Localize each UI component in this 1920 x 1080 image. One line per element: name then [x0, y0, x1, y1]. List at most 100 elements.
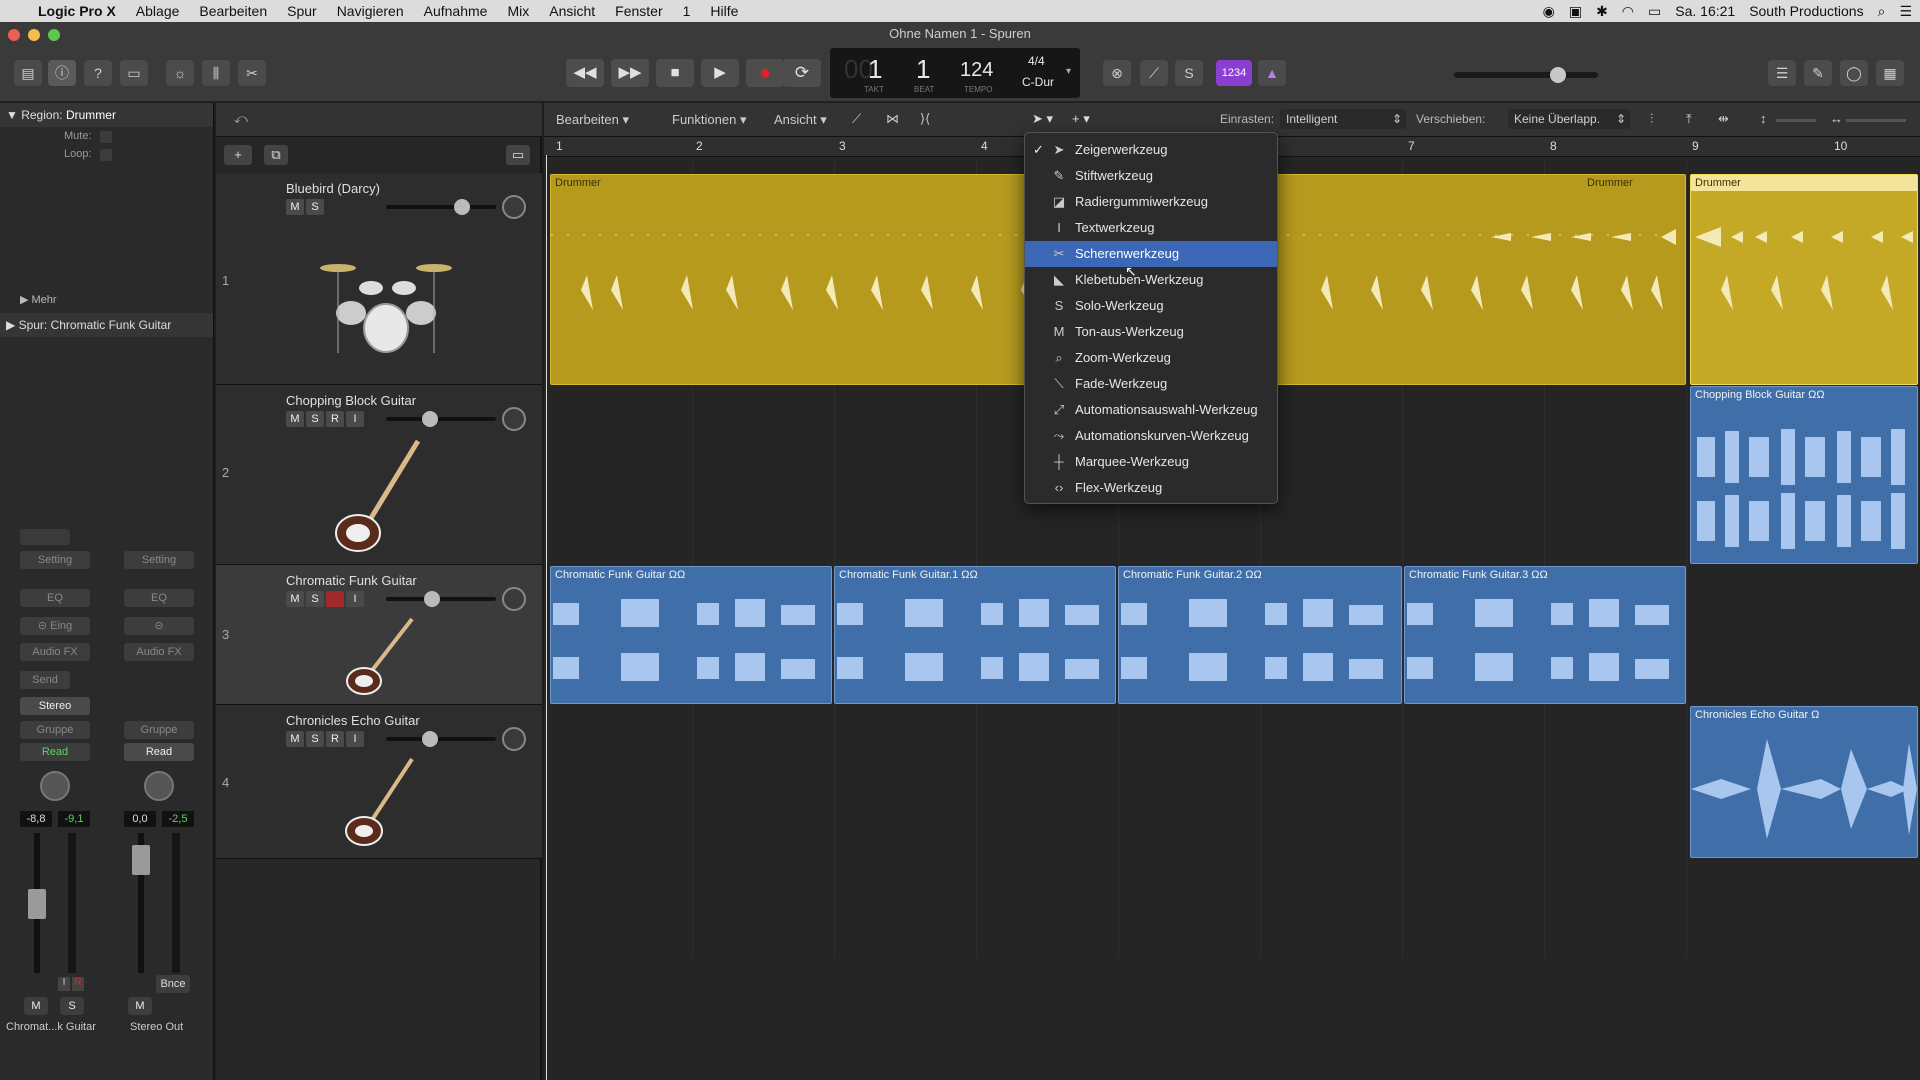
zoom-button[interactable]	[48, 29, 60, 41]
automation-mode-button[interactable]: Read	[20, 743, 90, 761]
menu-item-flex-tool[interactable]: ‹› Flex-Werkzeug	[1025, 475, 1277, 501]
menu-item-text-tool[interactable]: I Textwerkzeug	[1025, 215, 1277, 241]
strip-name[interactable]: Stereo Out	[130, 1021, 183, 1033]
input-monitor-button[interactable]: I	[58, 977, 70, 991]
bluetooth-icon[interactable]: ✱	[1596, 3, 1608, 20]
edit-menu[interactable]: Bearbeiten ▾	[556, 112, 629, 128]
region-header[interactable]: ▼ Region: Drummer	[0, 103, 213, 127]
menu-mix[interactable]: Mix	[497, 3, 539, 19]
user-name[interactable]: South Productions	[1749, 3, 1863, 19]
forward-button[interactable]: ▶▶	[611, 59, 649, 87]
menu-hilfe[interactable]: Hilfe	[700, 3, 748, 19]
menu-ansicht[interactable]: Ansicht	[539, 3, 605, 19]
audio-region[interactable]: Chromatic Funk Guitar ΩΩ	[550, 566, 832, 704]
solo-icon[interactable]: S	[1175, 60, 1203, 86]
menu-aufnahme[interactable]: Aufnahme	[414, 3, 498, 19]
spotlight-icon[interactable]: ⌕	[1878, 3, 1886, 20]
pan-knob[interactable]	[502, 727, 526, 751]
pan-knob[interactable]	[502, 587, 526, 611]
volume-fader-knob[interactable]	[132, 845, 150, 875]
input-monitor-button[interactable]: I	[346, 411, 364, 427]
pan-knob[interactable]	[502, 195, 526, 219]
lcd-display[interactable]: 00 1 TAKT 1 BEAT 124 TEMPO 4/4 C-Dur ▾	[830, 48, 1080, 98]
flex-icon[interactable]: ⋈	[886, 111, 899, 127]
record-enable-button[interactable]: R	[326, 731, 344, 747]
menu-item-pointer-tool[interactable]: ✓ ➤ Zeigerwerkzeug	[1025, 137, 1277, 163]
duplicate-track-icon[interactable]: ⧉	[264, 145, 288, 165]
view-menu[interactable]: Ansicht ▾	[774, 112, 827, 128]
volume-slider[interactable]	[386, 591, 496, 607]
drag-dropdown[interactable]: Keine Überlapp. ⇕	[1508, 109, 1630, 129]
inspector-icon[interactable]: ⓘ	[48, 60, 76, 86]
solo-button[interactable]: S	[306, 411, 324, 427]
pan-knob[interactable]	[502, 407, 526, 431]
left-click-tool-icon[interactable]: ➤ ▾	[1032, 111, 1053, 127]
menu-spur[interactable]: Spur	[277, 3, 327, 19]
menu-fenster[interactable]: Fenster	[605, 3, 672, 19]
play-button[interactable]: ▶	[701, 59, 739, 87]
menu-1[interactable]: 1	[673, 3, 701, 19]
input-button[interactable]: ⊝ Eing	[20, 617, 90, 635]
vertical-zoom-icon[interactable]: ↕	[1760, 111, 1767, 126]
volume-slider[interactable]	[386, 411, 496, 427]
pan-knob[interactable]	[40, 771, 70, 801]
stop-button[interactable]: ■	[656, 59, 694, 87]
audio-region[interactable]: Chromatic Funk Guitar.3 ΩΩ	[1404, 566, 1686, 704]
group-button[interactable]: Gruppe	[124, 721, 194, 739]
volume-knob[interactable]	[422, 411, 438, 427]
lcd-tempo[interactable]: 124	[960, 59, 993, 82]
volume-knob[interactable]	[422, 731, 438, 747]
editors-icon[interactable]: ✂	[238, 60, 266, 86]
functions-menu[interactable]: Funktionen ▾	[672, 112, 746, 128]
send-button[interactable]: Send	[20, 671, 70, 689]
audio-region[interactable]: Chronicles Echo Guitar Ω	[1690, 706, 1918, 858]
add-track-button[interactable]: +	[224, 145, 252, 165]
menu-ablage[interactable]: Ablage	[126, 3, 190, 19]
volume-knob[interactable]	[424, 591, 440, 607]
notification-icon[interactable]: ☰	[1899, 3, 1912, 20]
menu-item-automation-select-tool[interactable]: ⤢ Automationsauswahl-Werkzeug	[1025, 397, 1277, 423]
airplay-icon[interactable]: ▭	[1648, 3, 1661, 20]
library-icon[interactable]: ▤	[14, 60, 42, 86]
cycle-button[interactable]: ⟳	[783, 59, 821, 87]
mixer-icon[interactable]: ⫼	[202, 60, 230, 86]
track-name[interactable]: Chromatic Funk Guitar	[286, 573, 417, 588]
volume-readout[interactable]: 0,0	[124, 811, 156, 827]
volume-fader-knob[interactable]	[28, 889, 46, 919]
menu-item-automation-curve-tool[interactable]: ⤳ Automationskurven-Werkzeug	[1025, 423, 1277, 449]
track-name[interactable]: Bluebird (Darcy)	[286, 181, 380, 196]
audio-region[interactable]: Chromatic Funk Guitar.2 ΩΩ	[1118, 566, 1402, 704]
record-enable-button[interactable]: R	[326, 411, 344, 427]
solo-button[interactable]: S	[306, 199, 324, 215]
horizontal-zoom-slider[interactable]	[1846, 119, 1906, 122]
playhead[interactable]	[546, 155, 547, 1080]
input-monitor-button[interactable]: I	[346, 591, 364, 607]
setting-button[interactable]: Setting	[124, 551, 194, 569]
bounce-button[interactable]: Bnce	[156, 975, 190, 993]
mute-button[interactable]: M	[286, 591, 304, 607]
catch-icon[interactable]: ⟩⟨	[920, 111, 930, 127]
mute-button[interactable]: M	[286, 411, 304, 427]
minimize-button[interactable]	[28, 29, 40, 41]
waveform-zoom-icon[interactable]: ⫶	[1650, 111, 1653, 127]
tuner-icon[interactable]: ⟋	[1140, 60, 1168, 86]
link-icon[interactable]: ⊝	[124, 617, 194, 635]
setting-button[interactable]: Setting	[20, 551, 90, 569]
volume-slider[interactable]	[386, 199, 496, 215]
close-button[interactable]	[8, 29, 20, 41]
track-name[interactable]: Chopping Block Guitar	[286, 393, 416, 408]
smart-controls-icon[interactable]: ☼	[166, 60, 194, 86]
strip-name[interactable]: Chromat...k Guitar	[6, 1021, 96, 1033]
eq-button[interactable]: EQ	[20, 589, 90, 607]
lcd-key[interactable]: C-Dur	[1022, 75, 1054, 89]
track-row[interactable]: 4 Chronicles Echo Guitar M S R I	[216, 705, 542, 859]
menu-bearbeiten[interactable]: Bearbeiten	[189, 3, 277, 19]
track-row-selected[interactable]: 3 Chromatic Funk Guitar M S R I	[216, 565, 542, 705]
mute-button[interactable]: M	[286, 731, 304, 747]
browser-icon[interactable]: ▦	[1876, 60, 1904, 86]
track-header[interactable]: ▶ Spur: Chromatic Funk Guitar	[0, 313, 213, 337]
quick-help-icon[interactable]: ?	[84, 60, 112, 86]
menu-navigieren[interactable]: Navigieren	[327, 3, 414, 19]
vertical-zoom-slider[interactable]	[1776, 119, 1816, 122]
output-button[interactable]: Stereo	[20, 697, 90, 715]
